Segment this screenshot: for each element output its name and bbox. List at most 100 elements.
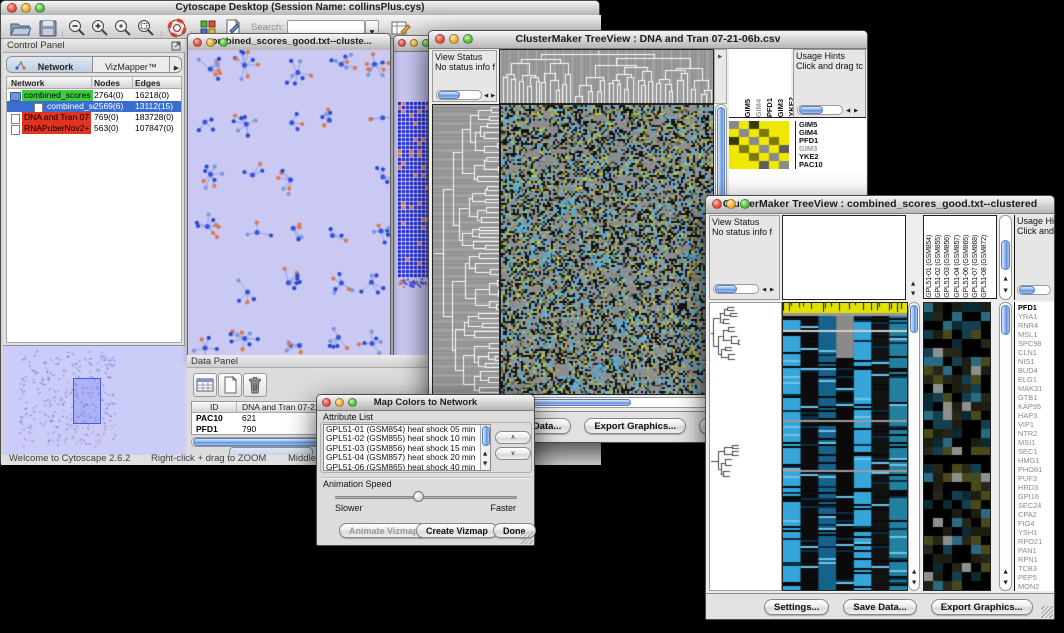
minimize-button[interactable] [21, 3, 31, 13]
close-button[interactable] [322, 398, 331, 407]
gene-label[interactable]: HRD3 [1018, 483, 1054, 492]
delete-attribute-button[interactable] [243, 373, 267, 397]
close-button[interactable] [7, 3, 17, 13]
float-panel-icon[interactable] [171, 41, 181, 51]
heatmap-vscrollbar[interactable]: ▲ ▼ [908, 302, 920, 591]
experiment-label[interactable]: GPL51-04 (GSM857) [954, 235, 961, 298]
experiment-label[interactable]: GPL51-08 (GSM872) [981, 235, 988, 298]
list-vscrollbar[interactable]: ▲ ▼ [480, 425, 490, 470]
scroll-right-icon[interactable]: ▶ [854, 108, 858, 114]
network-tree-row[interactable]: combined_sco 2569(6) 13112(15) [7, 101, 182, 112]
network-tree-row[interactable]: RNAPuberNov2+ 563(0) 107847(0) [7, 123, 182, 134]
scroll-down-icon[interactable]: ▼ [912, 580, 916, 586]
treeview-action-button[interactable]: Save Data... [843, 599, 916, 615]
attribute-list-item[interactable]: GPL51-03 (GSM856) heat shock 15 min [326, 444, 476, 453]
usage-hints-scrollbar[interactable] [1017, 285, 1051, 295]
gene-label[interactable]: MON2 [1018, 582, 1054, 591]
zoom-window-button[interactable] [740, 199, 750, 209]
resize-grip[interactable] [521, 532, 533, 544]
zoom-out-icon[interactable] [66, 18, 88, 38]
animate-vizmap-button[interactable]: Animate Vizmap [339, 523, 428, 538]
resize-grip[interactable] [1041, 606, 1053, 618]
zoom-selected-icon[interactable] [112, 18, 134, 38]
network-tree-row[interactable]: DNA and Tran 07 769(0) 183728(0) [7, 112, 182, 123]
column-dendrogram-area[interactable] [782, 215, 906, 300]
attribute-list-item[interactable]: GPL51-04 (GSM857) heat shock 20 min [326, 453, 476, 462]
attribute-list-item[interactable]: GPL51-06 (GSM865) heat shock 40 min [326, 463, 476, 471]
gene-label[interactable]: NTR2 [1018, 429, 1054, 438]
gene-label[interactable]: MAK31 [1018, 384, 1054, 393]
row-label[interactable]: PAC10 [799, 161, 855, 169]
gene-label[interactable]: CLN1 [1018, 348, 1054, 357]
tab-overflow-button[interactable]: ▶ [169, 57, 182, 73]
minimize-button[interactable] [449, 34, 459, 44]
network-tree-row[interactable]: combined_scores 2764(0) 16218(0) [7, 90, 182, 101]
tab-vizmapper[interactable]: VizMapper™ [93, 57, 169, 73]
dense-network-grid-canvas[interactable] [398, 102, 430, 288]
scroll-up-icon[interactable]: ▲ [911, 281, 915, 287]
experiment-label[interactable]: GPL51-01 (GSM854) [926, 235, 933, 298]
network-canvas[interactable] [188, 50, 390, 360]
treeview1-titlebar[interactable]: ClusterMaker TreeView : DNA and Tran 07-… [429, 31, 867, 49]
scroll-up-icon[interactable]: ▲ [912, 569, 916, 575]
search-input[interactable] [287, 20, 365, 34]
usage-hints-scrollbar[interactable] [797, 105, 843, 115]
zoom-window-button[interactable] [219, 38, 228, 47]
zoom-window-button[interactable] [35, 3, 45, 13]
column-label[interactable]: GIM5 [743, 99, 752, 117]
table-col-id[interactable]: ID [210, 402, 219, 412]
network-view-window-1[interactable]: combined_scores_good.txt--cluste... [187, 33, 391, 361]
gene-label[interactable]: RNR4 [1018, 321, 1054, 330]
network-overview-panel[interactable] [3, 345, 185, 455]
zoom-window-button[interactable] [463, 34, 473, 44]
scroll-down-icon[interactable]: ▼ [483, 461, 487, 467]
network-view-window-2[interactable] [393, 35, 433, 363]
zoom-vscrollbar[interactable]: ▲ ▼ [999, 302, 1012, 591]
close-button[interactable] [193, 38, 202, 47]
scroll-right-icon[interactable]: ▶ [491, 93, 495, 99]
gene-label[interactable]: ELG1 [1018, 375, 1054, 384]
move-down-button[interactable]: ∨ [495, 447, 531, 460]
gene-label[interactable]: PAN1 [1018, 546, 1054, 555]
open-session-icon[interactable] [9, 18, 31, 38]
tab-network[interactable]: Network [7, 57, 93, 73]
zoom-fit-icon[interactable] [135, 18, 157, 38]
scroll-right-icon[interactable]: ▶ [770, 287, 774, 293]
close-button[interactable] [435, 34, 445, 44]
gene-label[interactable]: NIS1 [1018, 357, 1054, 366]
experiment-label[interactable]: GPL51-07 (GSM868) [972, 235, 979, 298]
treeview-action-button[interactable]: Settings... [764, 599, 829, 615]
scroll-up-icon[interactable]: ▲ [1004, 276, 1008, 282]
scroll-down-icon[interactable]: ▼ [1004, 288, 1008, 294]
treeview-action-button[interactable]: Export Graphics... [931, 599, 1033, 615]
create-vizmap-button[interactable]: Create Vizmap [416, 523, 498, 538]
gene-label[interactable]: BUD4 [1018, 366, 1054, 375]
experiment-label[interactable]: GPL51-06 (GSM865) [963, 235, 970, 298]
zoom-heatmap[interactable] [923, 302, 991, 591]
gene-label[interactable]: HAP3 [1018, 411, 1054, 420]
gene-label[interactable]: PEP5 [1018, 573, 1054, 582]
view-status-scrollbar[interactable] [436, 90, 482, 100]
experiment-label[interactable]: GPL51-03 (GSM856) [944, 235, 951, 298]
scroll-down-icon[interactable]: ▼ [1004, 580, 1008, 586]
attribute-list-item[interactable]: GPL51-01 (GSM854) heat shock 05 min [326, 425, 476, 434]
gene-label[interactable]: SEC1 [1018, 447, 1054, 456]
col-nodes[interactable]: Nodes [94, 78, 120, 88]
close-button[interactable] [712, 199, 722, 209]
move-up-button[interactable]: ∧ [495, 431, 531, 444]
animation-speed-slider[interactable] [335, 496, 517, 499]
scroll-left-icon[interactable]: ◀ [484, 93, 488, 99]
gene-label[interactable]: CPA2 [1018, 510, 1054, 519]
global-heatmap[interactable] [500, 104, 714, 395]
gene-label[interactable]: YSH1 [1018, 528, 1054, 537]
global-heatmap[interactable] [782, 302, 908, 591]
view-status-scrollbar[interactable] [713, 284, 759, 294]
minimize-button[interactable] [335, 398, 344, 407]
label-vscrollbar[interactable]: ▲ ▼ [999, 215, 1012, 300]
scroll-up-icon[interactable]: ▲ [1004, 569, 1008, 575]
column-label[interactable]: PFD1 [765, 98, 774, 117]
attribute-listbox[interactable]: GPL51-01 (GSM854) heat shock 05 min GPL5… [323, 424, 491, 471]
row-dendrogram[interactable] [432, 104, 500, 395]
zoom-window-button[interactable] [348, 398, 357, 407]
column-label[interactable]: GIM3 [776, 99, 785, 117]
